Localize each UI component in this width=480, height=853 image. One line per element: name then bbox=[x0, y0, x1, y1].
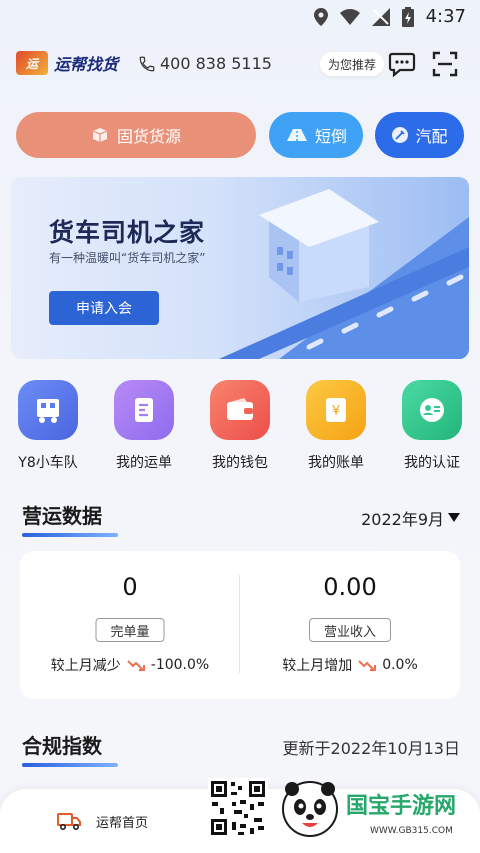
join-button[interactable]: 申请入会 bbox=[49, 291, 159, 325]
operations-title-text: 营运数据 bbox=[22, 504, 102, 528]
header: 运 运帮找货 400 838 5115 为您推荐 bbox=[0, 48, 480, 84]
logo-mark: 运 bbox=[16, 51, 48, 75]
shortcut-label: 我的钱包 bbox=[212, 455, 268, 471]
comparison-text: 较上月减少 bbox=[50, 658, 121, 674]
message-icon[interactable] bbox=[388, 50, 416, 78]
update-date: 更新于2022年10月13日 bbox=[282, 739, 460, 758]
trend-down-icon bbox=[358, 660, 377, 671]
watermark-url: WWW.GB315.COM bbox=[370, 826, 453, 836]
shortcut-bill[interactable]: ¥ 我的账单 bbox=[288, 380, 384, 476]
stat-label: 完单量 bbox=[95, 618, 165, 642]
trend-down-icon bbox=[127, 660, 145, 671]
location-icon bbox=[313, 7, 328, 26]
wallet-icon bbox=[210, 380, 270, 440]
title-underline bbox=[22, 763, 118, 767]
promo-banner[interactable]: 货车司机之家 有一种温暖叫“货车司机之家” 申请入会 bbox=[11, 177, 469, 359]
short-haul-label: 短倒 bbox=[314, 127, 347, 146]
fixed-cargo-label: 固货货源 bbox=[116, 127, 181, 146]
nav-home[interactable]: 运帮首页 bbox=[56, 811, 148, 831]
id-card-icon bbox=[402, 380, 462, 440]
quick-buttons: 固货货源 短倒 汽配 bbox=[16, 112, 464, 158]
change-value: 0.0% bbox=[382, 657, 418, 673]
stat-value: 0 bbox=[122, 573, 138, 601]
comparison-text: 较上月增加 bbox=[282, 658, 353, 674]
caret-down-icon bbox=[448, 513, 460, 522]
shortcut-label: 我的运单 bbox=[116, 455, 172, 471]
operations-title: 营运数据 bbox=[22, 500, 118, 537]
title-underline bbox=[22, 533, 118, 537]
auto-parts-label: 汽配 bbox=[415, 127, 448, 146]
stat-comparison: 较上月增加 0.0% bbox=[240, 655, 460, 675]
fixed-cargo-button[interactable]: 固货货源 bbox=[16, 112, 256, 158]
hotline-number: 400 838 5115 bbox=[160, 54, 272, 73]
bill-icon: ¥ bbox=[306, 380, 366, 440]
qr-code bbox=[208, 778, 268, 838]
shortcut-label: Y8小车队 bbox=[18, 455, 78, 471]
stat-revenue[interactable]: 0.00 营业收入 较上月增加 0.0% bbox=[240, 551, 460, 699]
scan-icon[interactable] bbox=[432, 51, 458, 77]
recommend-button[interactable]: 为您推荐 bbox=[320, 52, 385, 76]
stat-label: 营业收入 bbox=[308, 618, 392, 642]
shortcut-verification[interactable]: 我的认证 bbox=[384, 380, 480, 476]
nav-home-label: 运帮首页 bbox=[96, 815, 149, 831]
house-road-illustration bbox=[219, 189, 469, 359]
status-bar: 4:37 bbox=[0, 0, 480, 34]
stats-card: 0 完单量 较上月减少 -100.0% 0.00 营业收入 较上月增加 0.0% bbox=[20, 551, 460, 699]
signal-icon bbox=[371, 7, 390, 26]
shortcut-waybill[interactable]: 我的运单 bbox=[96, 380, 192, 476]
shortcut-wallet[interactable]: 我的钱包 bbox=[192, 380, 288, 476]
watermark-brand: 国宝手游网 bbox=[346, 793, 456, 819]
banner-subtitle: 有一种温暖叫“货车司机之家” bbox=[49, 251, 206, 265]
auto-parts-button[interactable]: 汽配 bbox=[375, 112, 464, 158]
phone-icon bbox=[139, 56, 155, 71]
shortcut-label: 我的账单 bbox=[308, 455, 364, 471]
shortcut-grid: Y8小车队 我的运单 我的钱包 ¥ 我的账单 我的认证 bbox=[0, 380, 480, 476]
stat-value: 0.00 bbox=[323, 573, 377, 601]
truck-icon bbox=[18, 380, 78, 440]
compliance-title-text: 合规指数 bbox=[22, 734, 102, 758]
clock: 4:37 bbox=[425, 6, 466, 27]
box-icon bbox=[92, 128, 108, 142]
hotline[interactable]: 400 838 5115 bbox=[138, 54, 272, 73]
shortcut-fleet[interactable]: Y8小车队 bbox=[0, 380, 96, 476]
banner-title: 货车司机之家 bbox=[49, 218, 206, 247]
wrench-icon bbox=[392, 127, 409, 143]
wifi-icon bbox=[339, 8, 360, 25]
site-watermark: 国宝手游网 WWW.GB315.COM bbox=[282, 781, 456, 837]
change-value: -100.0% bbox=[150, 657, 210, 673]
svg-text:¥: ¥ bbox=[332, 404, 340, 419]
logo-text: 运帮找货 bbox=[54, 55, 119, 74]
month-value: 2022年9月 bbox=[361, 510, 444, 529]
month-selector[interactable]: 2022年9月 bbox=[361, 506, 460, 530]
delivery-truck-icon bbox=[57, 813, 81, 831]
stat-comparison: 较上月减少 -100.0% bbox=[20, 655, 240, 675]
shortcut-label: 我的认证 bbox=[404, 455, 460, 471]
document-icon bbox=[114, 380, 174, 440]
compliance-title: 合规指数 bbox=[22, 730, 118, 767]
road-icon bbox=[286, 129, 307, 141]
app-logo: 运 运帮找货 bbox=[16, 51, 118, 75]
stat-orders[interactable]: 0 完单量 较上月减少 -100.0% bbox=[20, 551, 240, 699]
battery-icon bbox=[401, 6, 414, 27]
short-haul-button[interactable]: 短倒 bbox=[269, 112, 363, 158]
